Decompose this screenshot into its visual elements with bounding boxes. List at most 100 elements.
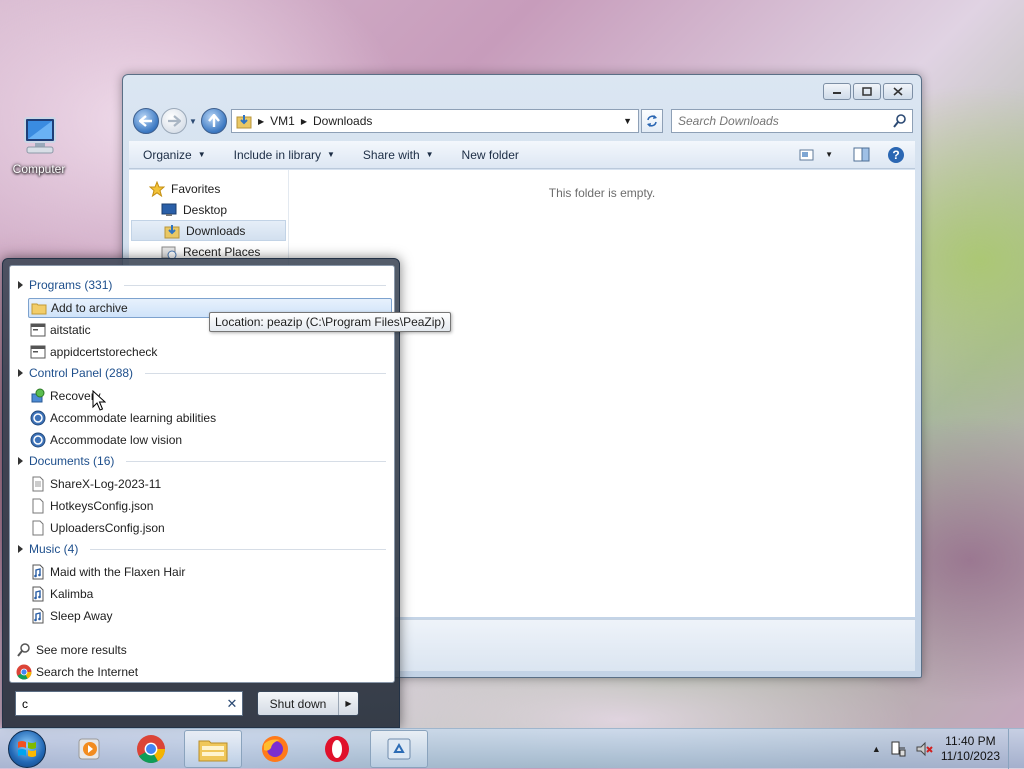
share-with-label: Share with bbox=[362, 147, 420, 162]
preview-pane-icon[interactable] bbox=[853, 147, 871, 163]
nav-item-downloads[interactable]: Downloads bbox=[131, 220, 286, 241]
chevron-down-icon: ▼ bbox=[197, 150, 206, 159]
group-title-programs: Programs (331) bbox=[29, 278, 113, 292]
breadcrumb-separator: ▶ bbox=[258, 116, 265, 126]
forward-button[interactable] bbox=[161, 108, 187, 134]
view-options-dropdown[interactable]: ▼ bbox=[825, 150, 833, 159]
result-accommodate-low-vision[interactable]: Accommodate low vision bbox=[28, 430, 392, 450]
desktop-icon bbox=[161, 203, 177, 216]
taskbar-chrome[interactable] bbox=[122, 730, 180, 768]
empty-folder-message: This folder is empty. bbox=[548, 186, 656, 200]
search-box[interactable] bbox=[671, 109, 913, 133]
opera-icon bbox=[325, 736, 349, 762]
taskbar: ▲ 11:40 PM 11/10/2023 bbox=[0, 728, 1024, 769]
expand-arrow-icon bbox=[18, 545, 23, 553]
recovery-icon bbox=[30, 388, 46, 404]
group-documents[interactable]: Documents (16) bbox=[18, 452, 386, 470]
taskbar-recycle-bin[interactable] bbox=[370, 730, 428, 768]
shutdown-label: Shut down bbox=[269, 696, 327, 711]
refresh-button[interactable] bbox=[641, 109, 663, 133]
show-hidden-icons-icon[interactable]: ▲ bbox=[872, 744, 881, 754]
up-button[interactable] bbox=[201, 108, 227, 134]
show-desktop-button[interactable] bbox=[1008, 729, 1018, 769]
result-uploadersconfig[interactable]: UploadersConfig.json bbox=[28, 518, 392, 538]
address-dropdown-icon[interactable]: ▼ bbox=[623, 116, 638, 126]
group-control-panel[interactable]: Control Panel (288) bbox=[18, 364, 386, 382]
start-search-input[interactable] bbox=[16, 695, 222, 712]
result-appidcertstorecheck[interactable]: appidcertstorecheck bbox=[28, 342, 392, 362]
group-music[interactable]: Music (4) bbox=[18, 540, 386, 558]
shutdown-button[interactable]: Shut down ▶ bbox=[257, 691, 359, 716]
result-maid-with-the-flaxen-hair[interactable]: Maid with the Flaxen Hair bbox=[28, 562, 392, 582]
nav-item-desktop[interactable]: Desktop bbox=[129, 199, 288, 220]
organize-menu[interactable]: Organize ▼ bbox=[129, 143, 220, 167]
up-arrow-icon bbox=[208, 114, 220, 127]
result-sharex-log[interactable]: ShareX-Log-2023-11 bbox=[28, 474, 392, 494]
share-with-menu[interactable]: Share with ▼ bbox=[349, 143, 448, 167]
audio-file-icon bbox=[30, 564, 46, 580]
result-recovery[interactable]: Recovery bbox=[28, 386, 392, 406]
desktop-icon-computer[interactable]: Computer bbox=[6, 112, 72, 176]
search-input[interactable] bbox=[672, 113, 892, 129]
taskbar-media-player[interactable] bbox=[60, 730, 118, 768]
result-kalimba[interactable]: Kalimba bbox=[28, 584, 392, 604]
result-label: appidcertstorecheck bbox=[50, 345, 158, 359]
action-center-icon[interactable] bbox=[889, 740, 907, 758]
close-icon bbox=[893, 87, 903, 96]
search-icon bbox=[17, 643, 30, 657]
change-view-icon[interactable] bbox=[799, 148, 815, 162]
search-internet-link[interactable]: Search the Internet bbox=[16, 662, 138, 682]
new-folder-label: New folder bbox=[461, 147, 519, 162]
include-in-library-menu[interactable]: Include in library ▼ bbox=[220, 143, 349, 167]
group-programs[interactable]: Programs (331) bbox=[18, 276, 386, 294]
result-label: aitstatic bbox=[50, 323, 91, 337]
result-label: Maid with the Flaxen Hair bbox=[50, 565, 186, 579]
text-document-icon bbox=[30, 476, 46, 492]
result-sleep-away[interactable]: Sleep Away bbox=[28, 606, 392, 626]
close-button[interactable] bbox=[883, 83, 913, 100]
breadcrumb-downloads[interactable]: Downloads bbox=[313, 114, 372, 128]
result-label: Add to archive bbox=[51, 301, 128, 315]
clock[interactable]: 11:40 PM 11/10/2023 bbox=[941, 734, 1000, 764]
back-button[interactable] bbox=[133, 108, 159, 134]
group-title-control-panel: Control Panel (288) bbox=[29, 366, 134, 380]
taskbar-explorer[interactable] bbox=[184, 730, 242, 768]
result-label: HotkeysConfig.json bbox=[50, 499, 154, 513]
result-label: ShareX-Log-2023-11 bbox=[50, 477, 162, 491]
media-player-icon bbox=[78, 738, 100, 760]
result-hotkeysconfig[interactable]: HotkeysConfig.json bbox=[28, 496, 392, 516]
command-bar: Organize ▼ Include in library ▼ Share with… bbox=[129, 141, 915, 169]
firefox-icon bbox=[262, 736, 288, 762]
windows-logo-icon bbox=[18, 741, 36, 757]
ease-of-access-icon bbox=[30, 432, 46, 448]
search-icon[interactable] bbox=[892, 113, 908, 129]
taskbar-opera[interactable] bbox=[308, 730, 366, 768]
downloads-folder-icon bbox=[236, 115, 252, 129]
computer-label: Computer bbox=[12, 162, 66, 176]
ease-of-access-icon bbox=[30, 410, 46, 426]
start-search-box[interactable]: ✕ bbox=[15, 691, 243, 716]
location-tooltip: Location: peazip (C:\Program Files\PeaZi… bbox=[209, 312, 452, 332]
see-more-results-link[interactable]: See more results bbox=[16, 640, 127, 660]
nav-label-recent-places: Recent Places bbox=[183, 244, 261, 259]
shutdown-options-arrow-icon[interactable]: ▶ bbox=[338, 692, 358, 715]
new-folder-button[interactable]: New folder bbox=[448, 143, 533, 167]
navigation-row: ▼ ▶ VM1 ▶ Downloads ▼ bbox=[131, 107, 913, 135]
help-icon[interactable]: ? bbox=[887, 146, 905, 164]
start-button[interactable] bbox=[8, 730, 46, 768]
breadcrumb-root[interactable]: VM1 bbox=[270, 114, 295, 128]
audio-file-icon bbox=[30, 608, 46, 624]
result-accommodate-learning[interactable]: Accommodate learning abilities bbox=[28, 408, 392, 428]
taskbar-firefox[interactable] bbox=[246, 730, 304, 768]
clear-search-icon[interactable]: ✕ bbox=[222, 696, 242, 712]
speaker-muted-icon[interactable] bbox=[915, 740, 933, 758]
nav-item-favorites[interactable]: Favorites bbox=[129, 178, 288, 199]
recent-pages-dropdown[interactable]: ▼ bbox=[189, 117, 197, 126]
divider bbox=[124, 284, 386, 286]
system-tray: ▲ 11:40 PM 11/10/2023 bbox=[872, 729, 1018, 769]
include-library-label: Include in library bbox=[233, 147, 321, 162]
minimize-button[interactable] bbox=[823, 83, 851, 100]
maximize-button[interactable] bbox=[853, 83, 881, 100]
address-bar[interactable]: ▶ VM1 ▶ Downloads ▼ bbox=[231, 109, 639, 133]
folder-icon bbox=[198, 740, 228, 762]
